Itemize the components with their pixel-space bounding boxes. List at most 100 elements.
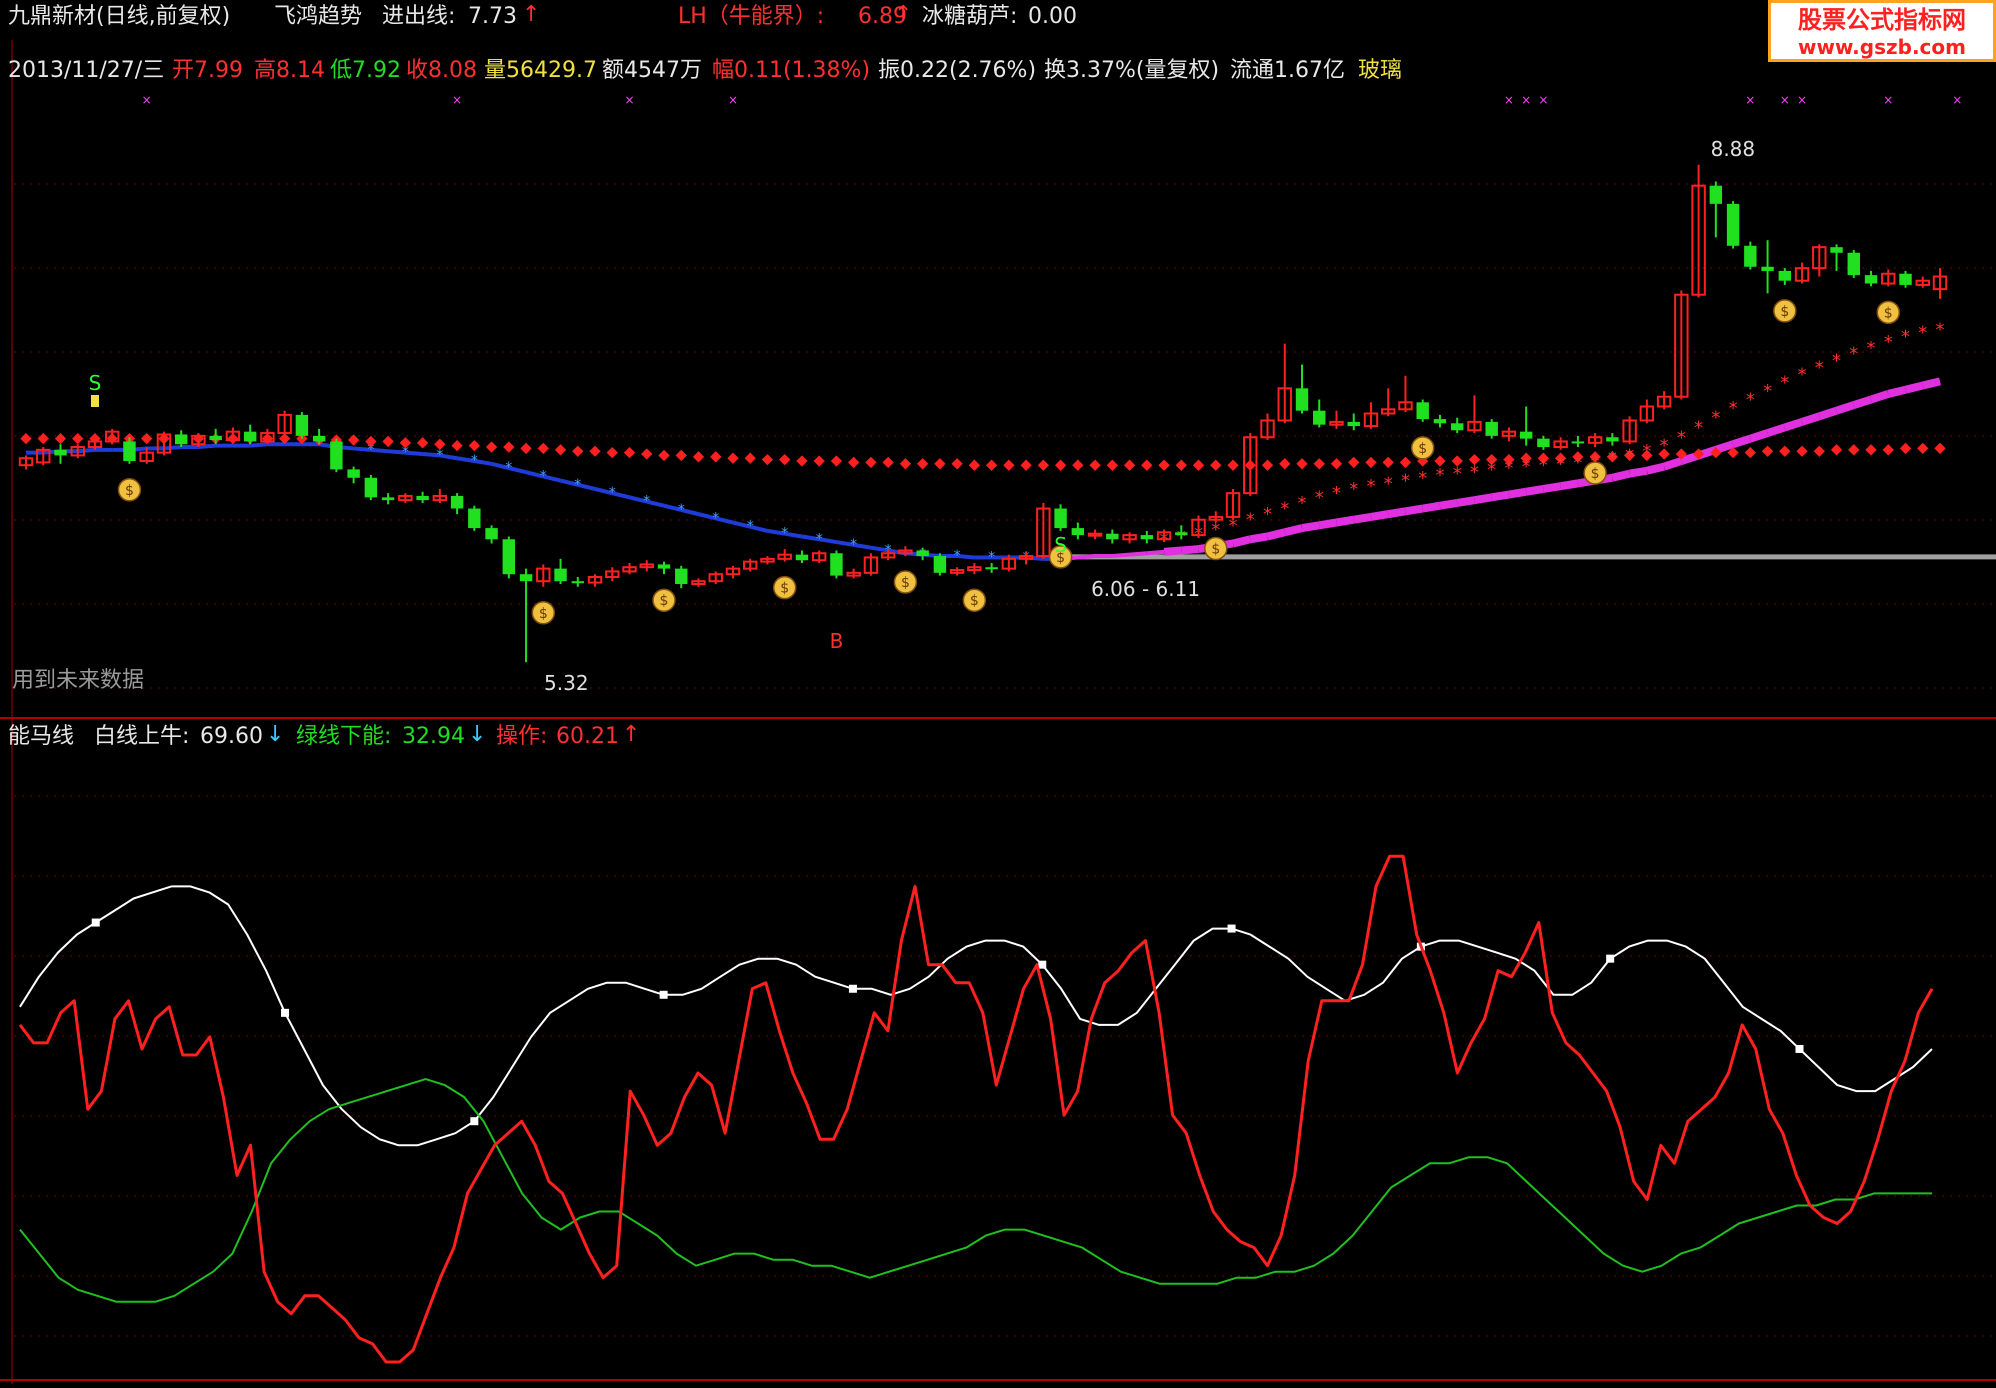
jinchu-dot bbox=[1296, 458, 1308, 470]
candle-body-down bbox=[1778, 270, 1792, 281]
candle-body-down bbox=[123, 441, 136, 462]
trend-star-mark: * bbox=[816, 531, 823, 547]
top-x-mark: × bbox=[452, 93, 462, 107]
lh-star-mark: * bbox=[1815, 357, 1824, 378]
candle-body-down bbox=[416, 495, 429, 501]
trend-line-segment bbox=[1852, 395, 1873, 409]
jinchu-dot bbox=[554, 444, 567, 456]
candle-body-down bbox=[985, 567, 998, 570]
top-x-mark: × bbox=[142, 93, 152, 107]
jinchu-dot bbox=[761, 453, 774, 466]
trend-star-mark: * bbox=[574, 477, 581, 493]
quote-date: 2013/11/27/三 bbox=[8, 58, 165, 83]
candle-body-down bbox=[330, 441, 343, 470]
lh-star-mark: * bbox=[1798, 364, 1807, 385]
trend-line-segment bbox=[1129, 551, 1147, 557]
lh-star-mark: * bbox=[1298, 493, 1307, 514]
sell-arrow-icon bbox=[90, 395, 99, 407]
trend-line-segment bbox=[1542, 482, 1562, 493]
lh-star-mark: * bbox=[1867, 338, 1876, 359]
quote-amount: 额4547万 bbox=[602, 58, 702, 83]
trend-star-mark: * bbox=[609, 485, 616, 501]
jinchu-dot bbox=[1072, 459, 1084, 471]
lh-star-mark: * bbox=[1315, 487, 1324, 508]
jinchu-value: 7.73 bbox=[468, 4, 517, 29]
lh-star-mark: * bbox=[1435, 465, 1444, 486]
candle-body-down bbox=[1744, 245, 1757, 267]
jinchu-dot bbox=[1037, 459, 1050, 471]
jinchu-dot bbox=[968, 459, 981, 471]
candle-body-down bbox=[1761, 266, 1774, 271]
jinchu-dot bbox=[1210, 459, 1222, 471]
jinchu-dot bbox=[658, 449, 670, 462]
lh-star-mark: * bbox=[1660, 436, 1669, 457]
bingtang-label: 冰糖葫芦: bbox=[922, 4, 1018, 29]
jinchu-dot bbox=[813, 455, 825, 467]
money-bag-symbol: $ bbox=[660, 593, 669, 609]
jinchu-dot bbox=[1399, 456, 1412, 469]
lh-star-mark: * bbox=[1418, 468, 1427, 489]
candle-body-down bbox=[174, 434, 188, 445]
trend-star-mark: * bbox=[747, 519, 754, 535]
jinchu-dot bbox=[1123, 459, 1136, 471]
trend-line-segment bbox=[1112, 552, 1130, 559]
candle-body-down bbox=[1537, 438, 1550, 448]
jinchu-dot bbox=[727, 452, 739, 464]
lh-star-mark: * bbox=[1470, 462, 1479, 483]
lh-star-mark: * bbox=[1832, 350, 1841, 371]
money-bag-symbol: $ bbox=[1418, 441, 1427, 457]
white-line-marker bbox=[848, 984, 857, 993]
trend-line-segment bbox=[1628, 466, 1648, 478]
jinchu-dot bbox=[1744, 446, 1756, 459]
jinchu-dot bbox=[848, 456, 860, 469]
money-bag-symbol: $ bbox=[1591, 466, 1600, 482]
lh-star-mark: * bbox=[1763, 381, 1772, 402]
trend-line-segment bbox=[1560, 479, 1579, 491]
lh-star-mark: * bbox=[1263, 504, 1272, 525]
lh-star-mark: * bbox=[1746, 390, 1755, 411]
lh-label: LH（牛能界）: bbox=[678, 4, 825, 29]
jinchu-dot bbox=[1158, 459, 1170, 471]
jinchu-dot bbox=[503, 441, 515, 453]
quote-amplitude: 振0.22(2.76%) bbox=[878, 58, 1037, 83]
candle-body-down bbox=[1450, 423, 1464, 431]
trend-line-segment bbox=[1869, 390, 1890, 404]
trend-star-mark: * bbox=[471, 453, 478, 469]
trend-line-segment bbox=[1146, 549, 1165, 556]
line-series-white bbox=[19, 885, 1933, 1147]
future-data-note: 用到未来数据 bbox=[12, 668, 145, 693]
lh-star-mark: * bbox=[1694, 417, 1703, 438]
trend-line-segment bbox=[1662, 457, 1683, 471]
trend-line-segment bbox=[1335, 515, 1355, 527]
candle-body-down bbox=[209, 435, 222, 441]
jinchu-dot bbox=[1865, 444, 1877, 456]
top-x-mark: × bbox=[1780, 93, 1790, 107]
trend-star-mark: * bbox=[781, 526, 788, 542]
jinchu-dot bbox=[985, 459, 998, 471]
jinchu-dot bbox=[1348, 456, 1360, 469]
jinchu-dot bbox=[1882, 444, 1894, 456]
trend-line-segment bbox=[198, 443, 216, 450]
trend-line-segment bbox=[1283, 524, 1303, 537]
trend-line-segment bbox=[1921, 377, 1941, 390]
jinchu-dot bbox=[1330, 458, 1343, 470]
candle-body-down bbox=[347, 469, 360, 478]
top-x-mark: × bbox=[1883, 93, 1893, 107]
lh-star-mark: * bbox=[1280, 499, 1289, 520]
lh-star-mark: * bbox=[1936, 320, 1945, 341]
candle-body-down bbox=[830, 553, 843, 576]
candle-body-down bbox=[1519, 431, 1533, 439]
jinchu-dot bbox=[54, 432, 67, 445]
jinchu-dot bbox=[934, 458, 946, 470]
lh-star-mark: * bbox=[1849, 343, 1858, 364]
lower-indicator-name: 能马线 bbox=[8, 724, 75, 749]
trend-line-segment bbox=[1714, 440, 1735, 454]
chart-stage: * * * * * * * * * * * * * * * * * * * * * * * * * * * * * * * * * * * * * * * *… bbox=[0, 0, 1996, 1384]
top-x-mark: × bbox=[1745, 93, 1755, 107]
money-bag-symbol: $ bbox=[901, 575, 910, 591]
trend-line-segment bbox=[1525, 485, 1545, 496]
candle-body-down bbox=[1709, 185, 1723, 204]
jinchu-dot bbox=[710, 451, 722, 463]
jinchu-dot bbox=[416, 437, 429, 449]
candle-body-down bbox=[795, 554, 809, 561]
